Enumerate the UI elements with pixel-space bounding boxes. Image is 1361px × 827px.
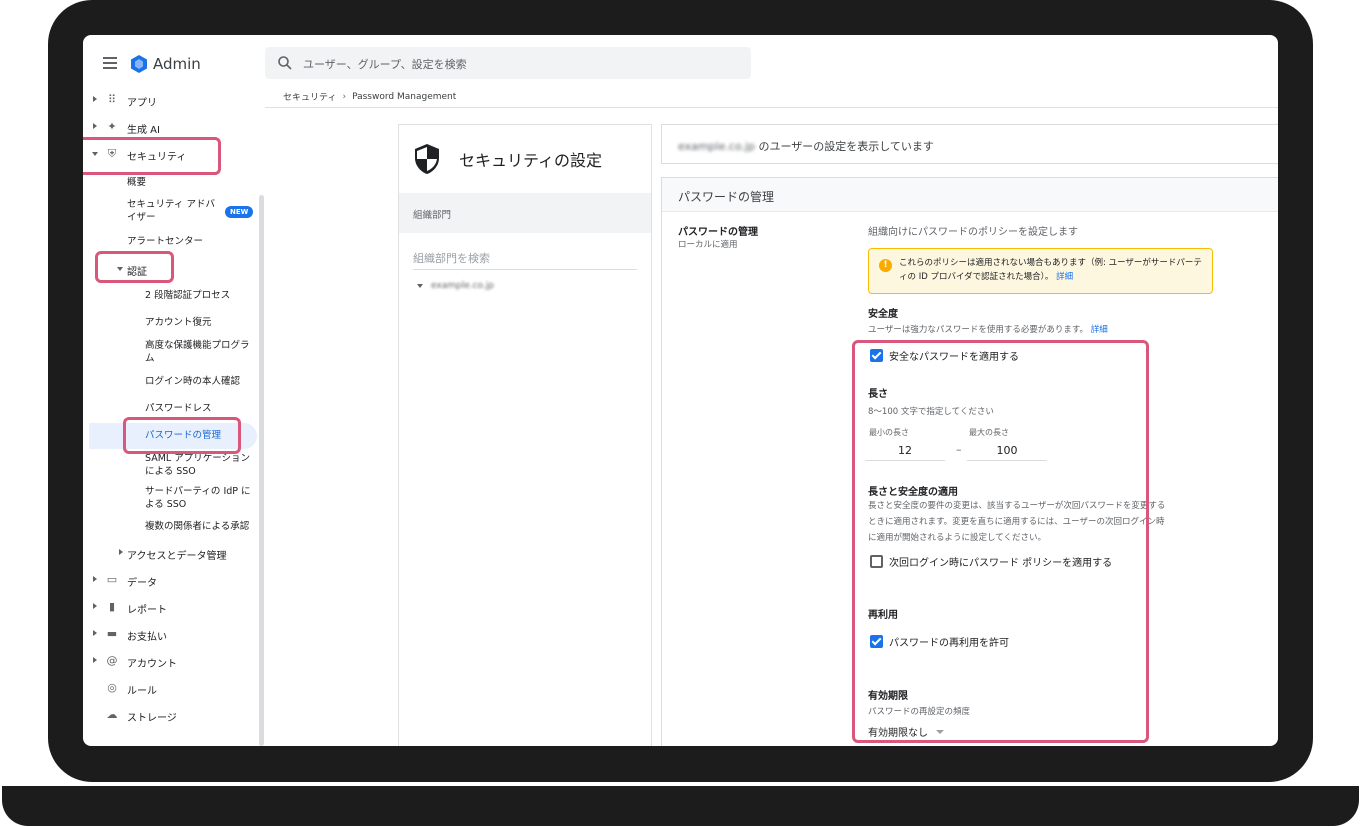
screen: Admin ユーザー、グループ、設定を検索 セキュリティ › Password … (83, 35, 1278, 746)
info-domain: example.co.jp (678, 140, 755, 153)
org-unit-label: 組織部門 (413, 210, 452, 221)
info-suffix: のユーザーの設定を表示しています (758, 140, 934, 153)
search-input[interactable]: ユーザー、グループ、設定を検索 (265, 47, 751, 79)
breadcrumb-security[interactable]: セキュリティ (283, 90, 336, 103)
expand-icon (93, 96, 97, 102)
sidebar-item-security-advisor[interactable]: セキュリティ アドバイザー (127, 198, 222, 224)
sidebar-item-apps[interactable]: ⠿ アプリ (83, 90, 253, 110)
search-icon (278, 56, 292, 70)
sidebar-item-account[interactable]: @ アカウント (83, 651, 253, 671)
org-unit-section: 組織部門 (399, 193, 651, 233)
sidebar-item-multi-party-approval[interactable]: 複数の関係者による承認 (145, 520, 249, 533)
breadcrumb-separator-icon: › (342, 91, 347, 102)
strength-learn-more-link[interactable]: 詳細 (1091, 325, 1108, 335)
sidebar-item-storage[interactable]: ☁ ストレージ (83, 705, 253, 725)
sidebar-item-access-data[interactable]: アクセスとデータ管理 (107, 543, 257, 563)
shield-icon (415, 144, 439, 174)
highlight-auth (95, 251, 174, 283)
sidebar-scrollbar[interactable] (259, 195, 264, 746)
sidebar-item-third-party-sso[interactable]: サードパーティの IdP による SSO (145, 485, 253, 511)
breadcrumb-current: Password Management (352, 91, 457, 102)
apps-grid-icon: ⠿ (107, 93, 117, 106)
org-unit-search-input[interactable]: 組織部門を検索 (413, 250, 637, 270)
sidebar-item-saml-sso[interactable]: SAML アプリケーションによる SSO (145, 452, 253, 478)
learn-more-link[interactable]: 詳細 (1056, 272, 1073, 282)
search-placeholder: ユーザー、グループ、設定を検索 (303, 58, 467, 71)
divider (265, 107, 1278, 108)
expand-icon (93, 123, 97, 129)
sidebar-item-login-challenge[interactable]: ログイン時の本人確認 (145, 375, 240, 388)
security-settings-panel: セキュリティの設定 組織部門 組織部門を検索 example.co.jp (398, 124, 652, 746)
sparkle-icon: ✦ (107, 120, 117, 133)
warning-icon: ! (879, 259, 892, 272)
rules-icon: ◎ (107, 681, 117, 694)
org-unit-tree-item[interactable]: example.co.jp (417, 281, 494, 291)
expand-icon (93, 576, 97, 582)
sidebar-item-billing[interactable]: ▬ お支払い (83, 624, 253, 644)
bar-chart-icon: ▮ (108, 600, 116, 613)
expand-icon (93, 630, 97, 636)
credit-card-icon: ▬ (106, 627, 118, 640)
new-badge: NEW (225, 206, 254, 218)
sidebar-item-advanced-protection[interactable]: 高度な保護機能プログラム (145, 339, 253, 365)
setting-scope: ローカルに適用 (678, 240, 738, 250)
sidebar-item-reports[interactable]: ▮ レポート (83, 597, 253, 617)
sidebar-item-alert-center[interactable]: アラートセンター (127, 235, 203, 248)
admin-logo-icon (131, 55, 147, 73)
sidebar-item-passwordless[interactable]: パスワードレス (145, 402, 212, 415)
strength-title: 安全度 (868, 309, 898, 320)
org-unit-name: example.co.jp (431, 281, 494, 291)
info-text: example.co.jp のユーザーの設定を表示しています (678, 138, 934, 154)
warning-text: これらのポリシーは適用されない場合もあります（例: ユーザーがサードパーティの … (899, 258, 1202, 282)
highlight-password-management (123, 417, 241, 454)
sidebar-item-gen-ai[interactable]: ✦ 生成 AI (83, 117, 253, 137)
sidebar-item-account-recovery[interactable]: アカウント復元 (145, 316, 212, 329)
sidebar-item-rules[interactable]: ◎ ルール (83, 678, 253, 698)
breadcrumb: セキュリティ › Password Management (283, 90, 457, 104)
setting-description: 組織向けにパスワードのポリシーを設定します (868, 227, 1078, 238)
laptop-base (2, 786, 1359, 826)
highlight-password-settings (852, 340, 1149, 743)
expand-icon (93, 603, 97, 609)
section-title: パスワードの管理 (678, 190, 775, 204)
section-header: パスワードの管理 (662, 178, 1278, 212)
expand-icon (93, 657, 97, 663)
sidebar-item-two-step[interactable]: 2 段階認証プロセス (145, 289, 230, 302)
sidebar-item-overview[interactable]: 概要 (127, 176, 146, 189)
folder-icon: ▭ (106, 573, 118, 586)
info-banner: example.co.jp のユーザーの設定を表示しています (661, 124, 1278, 164)
expand-icon (119, 549, 123, 555)
panel-title: セキュリティの設定 (459, 151, 603, 170)
sidebar-item-data[interactable]: ▭ データ (83, 570, 253, 590)
cloud-icon: ☁ (106, 708, 118, 721)
highlight-security (83, 137, 221, 175)
warning-box: ! これらのポリシーは適用されない場合もあります（例: ユーザーがサードパーティ… (868, 248, 1213, 294)
hamburger-menu-icon[interactable] (103, 57, 117, 69)
collapse-icon (417, 284, 423, 288)
at-sign-icon: @ (106, 654, 118, 667)
strength-help: ユーザーは強力なパスワードを使用する必要があります。 詳細 (868, 325, 1108, 335)
app-title: Admin (153, 55, 201, 73)
setting-label: パスワードの管理 (678, 227, 758, 238)
